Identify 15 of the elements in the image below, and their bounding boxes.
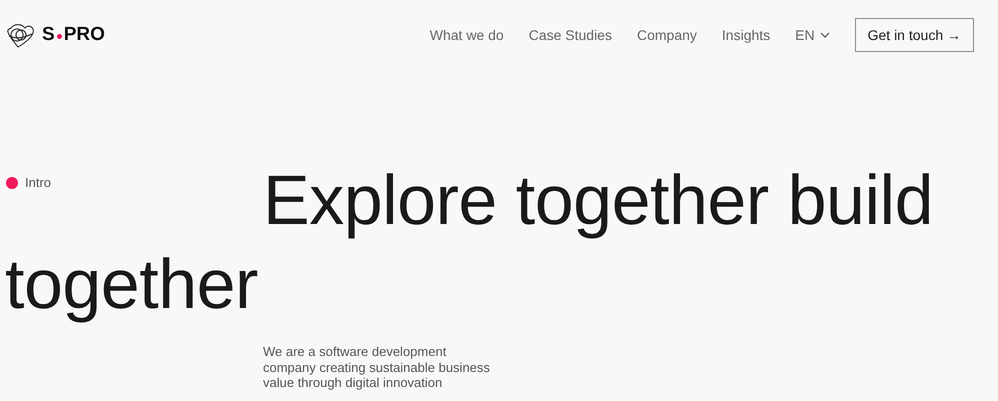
headline: Explore together build — [263, 160, 933, 241]
get-in-touch-button[interactable]: Get in touch → — [854, 18, 974, 52]
description: We are a software development company creating sustainable business value through digital innovation — [263, 344, 491, 390]
chevron-down-icon — [820, 32, 830, 38]
nav-link[interactable]: Company — [636, 27, 697, 43]
nav-link[interactable]: Case Studies — [528, 27, 612, 43]
section-label: Intro — [25, 175, 52, 190]
language-dropdown[interactable]: EN — [795, 27, 830, 43]
logo-icon — [6, 22, 36, 48]
logo-text: PRO — [64, 24, 105, 46]
dot-icon — [56, 34, 62, 38]
headline: together — [5, 244, 258, 325]
logo-text: S — [42, 24, 55, 46]
nav-link[interactable]: Insights — [722, 27, 770, 43]
nav-link[interactable]: What we do — [430, 27, 504, 43]
